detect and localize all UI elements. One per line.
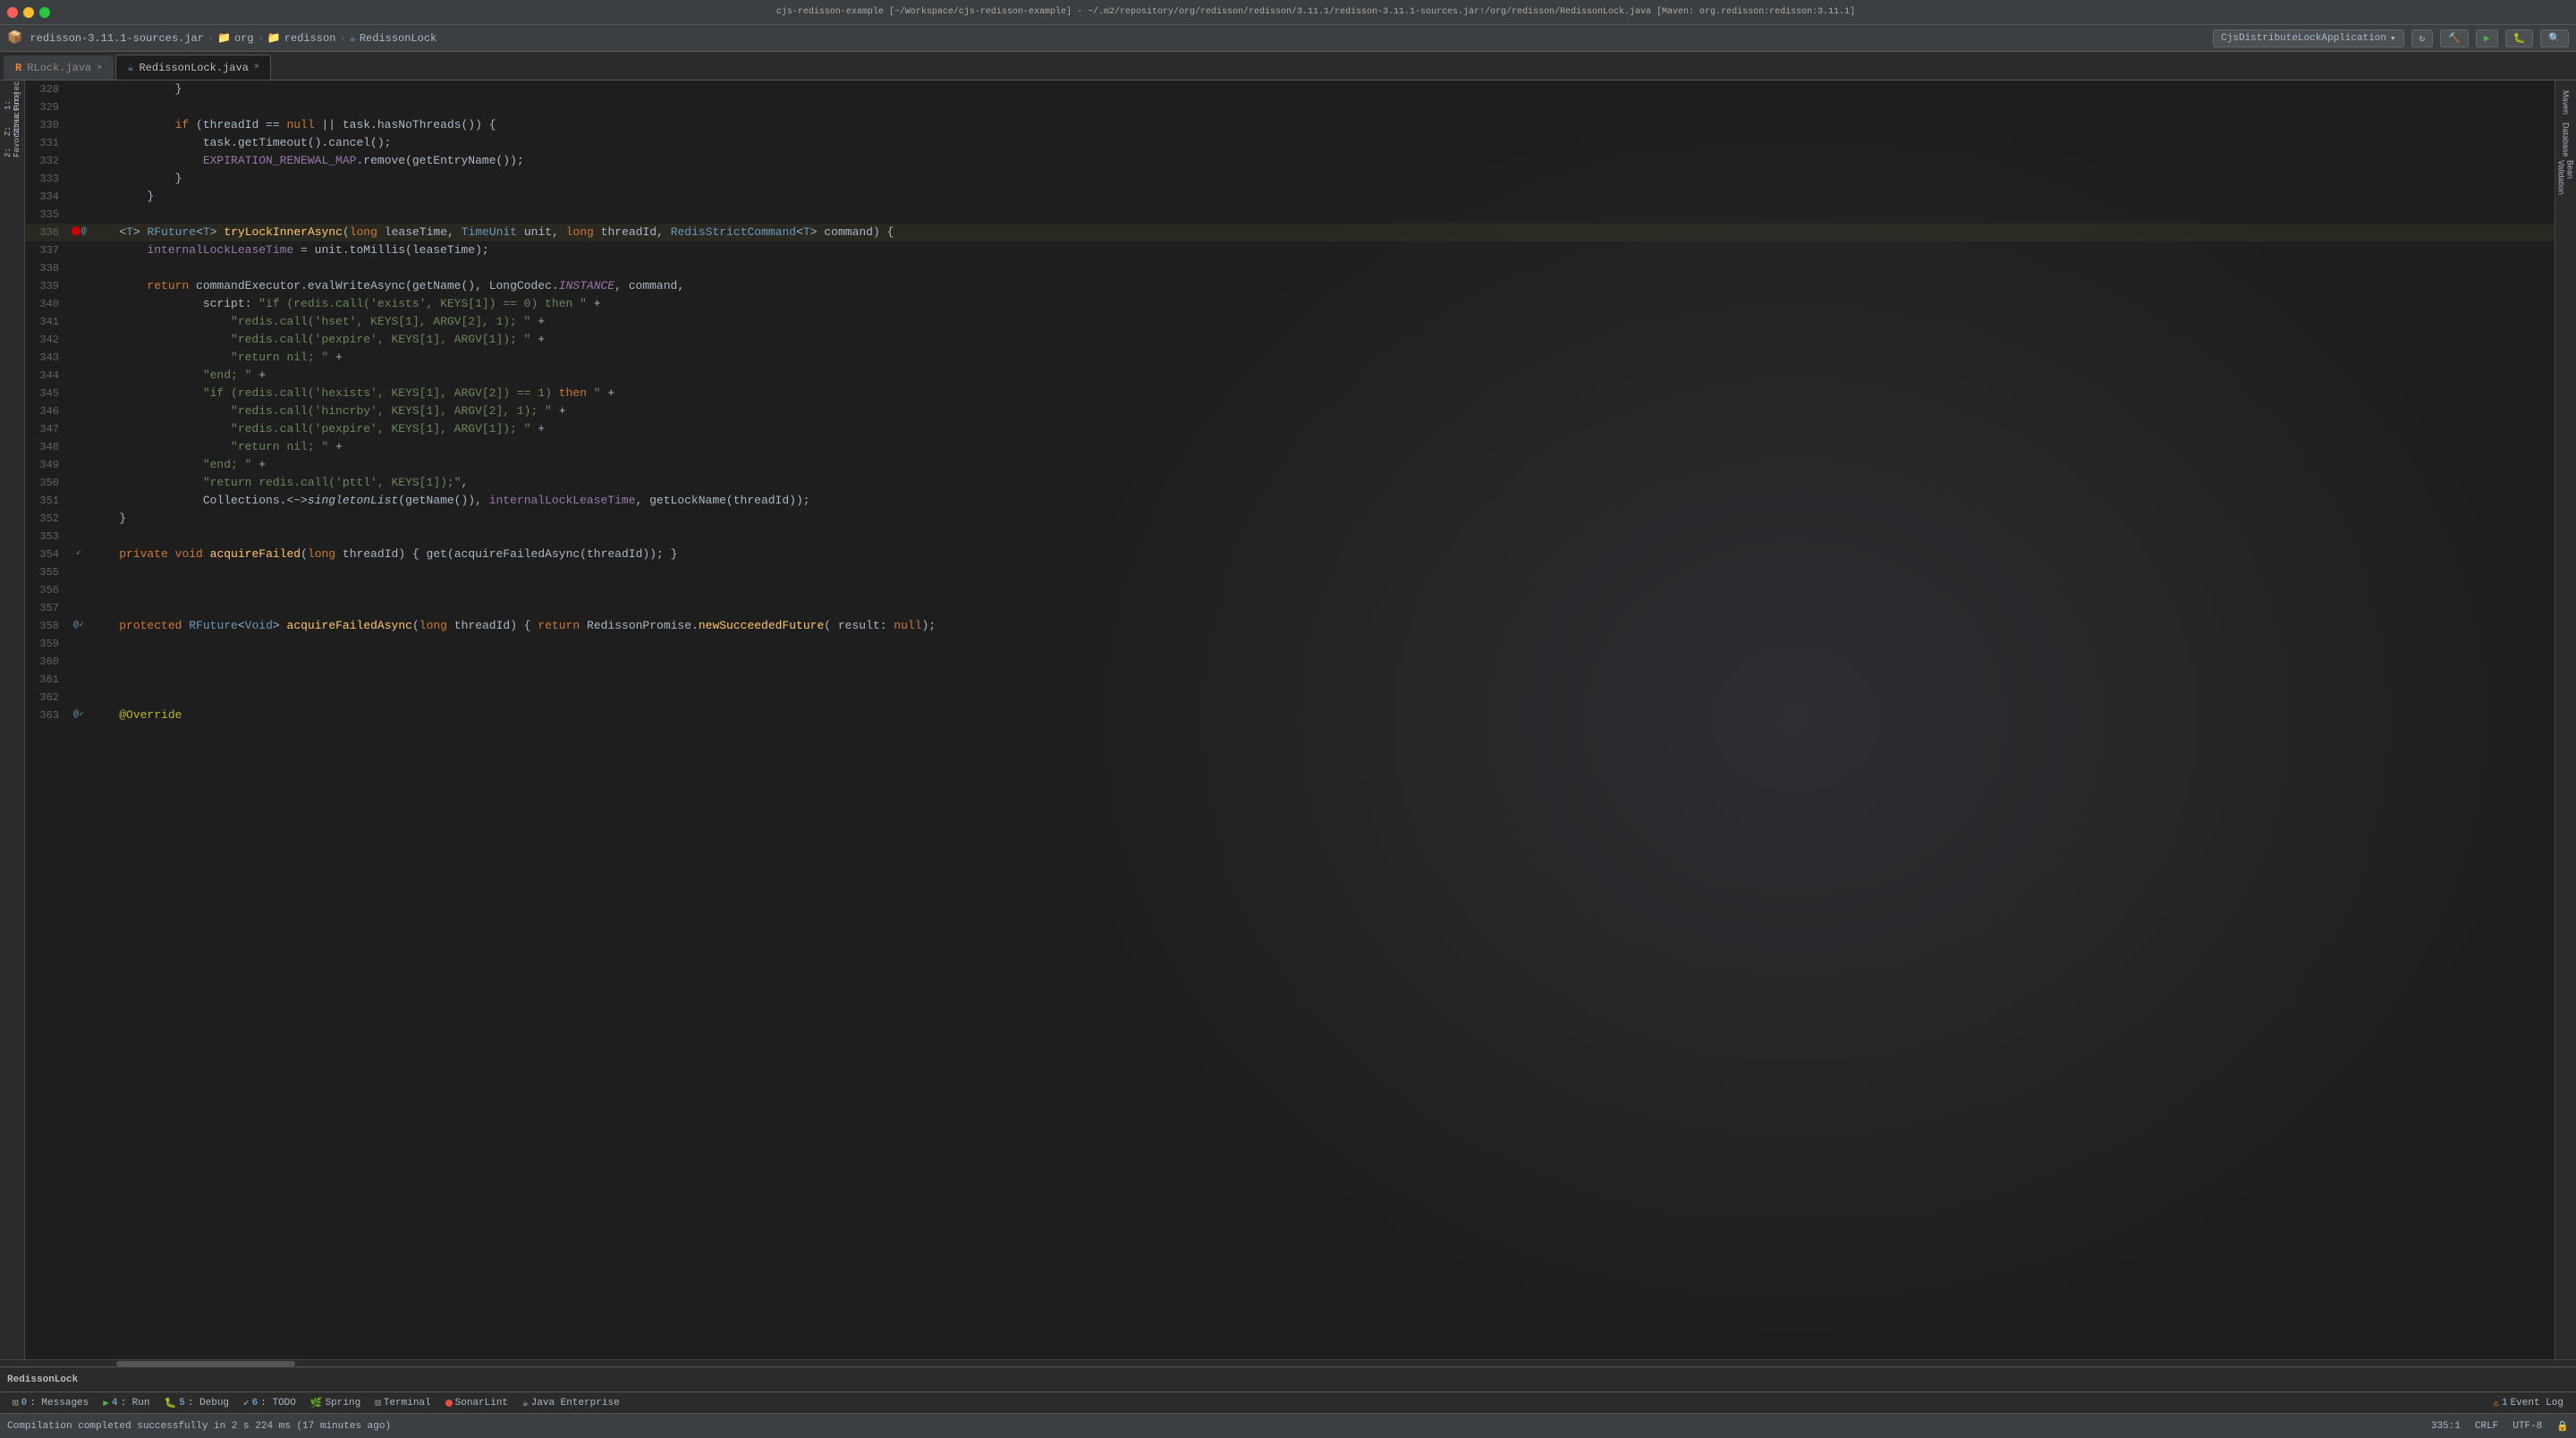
window-title: cjs-redisson-example [~/Workspace/cjs-re…: [63, 7, 2569, 17]
tabs-bar: R RLock.java × ☕ RedissonLock.java ×: [0, 52, 2576, 80]
code-line-337: 337 internalLockLeaseTime = unit.toMilli…: [25, 241, 2555, 259]
code-line-338: 338: [25, 259, 2555, 277]
tab-icon-rl: ☕: [127, 61, 133, 74]
run-button[interactable]: ▶: [2476, 30, 2498, 47]
run-panel-toggle[interactable]: ▶ 4 : Run: [97, 1395, 155, 1411]
breadcrumb-jar[interactable]: redisson-3.11.1-sources.jar: [30, 32, 203, 45]
tab-icon-r: R: [15, 62, 21, 74]
cursor-position: 335:1: [2431, 1421, 2461, 1432]
nav-bar: 📦 redisson-3.11.1-sources.jar › 📁 org › …: [0, 25, 2576, 52]
code-line-357: 357: [25, 599, 2555, 617]
close-button[interactable]: [7, 7, 18, 18]
code-line-333: 333 }: [25, 170, 2555, 188]
tab-close-rlock[interactable]: ×: [97, 63, 102, 73]
code-line-335: 335: [25, 206, 2555, 224]
code-line-341: 341 "redis.call('hset', KEYS[1], ARGV[2]…: [25, 313, 2555, 331]
spring-panel-toggle[interactable]: 🌿 Spring: [305, 1395, 366, 1411]
bottom-toolbar: ⊡ 0 : Messages ▶ 4 : Run 🐛 5 : Debug ✓ 6…: [0, 1391, 2576, 1413]
code-line-334: 334 }: [25, 188, 2555, 206]
left-sidebar: 1: Project Z: Structure 2: Favorites: [0, 80, 25, 1359]
maven-panel-toggle[interactable]: Maven: [2557, 93, 2575, 111]
code-line-353: 353: [25, 528, 2555, 546]
minimize-button[interactable]: [23, 7, 34, 18]
code-line-352: 352 }: [25, 510, 2555, 528]
code-line-351: 351 Collections.<~>singletonList(getName…: [25, 492, 2555, 510]
maximize-button[interactable]: [39, 7, 50, 18]
check-icon-354: ✓: [76, 546, 81, 563]
code-line-362: 362: [25, 689, 2555, 706]
refresh-button[interactable]: ↻: [2411, 30, 2434, 47]
open-filename: RedissonLock: [7, 1375, 78, 1385]
bottom-breadcrumb: RedissonLock: [0, 1366, 2576, 1391]
tab-label-rlock: RLock.java: [27, 62, 91, 74]
code-line-354: 354 ✓ private void acquireFailed(long th…: [25, 546, 2555, 563]
title-bar: cjs-redisson-example [~/Workspace/cjs-re…: [0, 0, 2576, 25]
breadcrumb-redisson[interactable]: redisson: [284, 32, 336, 45]
status-bar: Compilation completed successfully in 2 …: [0, 1413, 2576, 1438]
code-line-358: 358 @ ✓ protected RFuture<Void> acquireF…: [25, 617, 2555, 635]
code-line-336: 336 ⬤ @ <T> RFuture<T> tryLockInnerAsync…: [25, 224, 2555, 241]
code-line-328: 328 }: [25, 80, 2555, 98]
line-ending: CRLF: [2475, 1421, 2498, 1432]
compilation-text: Compilation completed successfully in 2 …: [7, 1421, 391, 1432]
breadcrumb-class[interactable]: RedissonLock: [360, 32, 436, 45]
code-line-342: 342 "redis.call('pexpire', KEYS[1], ARGV…: [25, 331, 2555, 349]
tab-close-redissonlock[interactable]: ×: [254, 63, 259, 72]
tab-rlock[interactable]: R RLock.java ×: [4, 55, 114, 80]
code-line-347: 347 "redis.call('pexpire', KEYS[1], ARGV…: [25, 420, 2555, 438]
compilation-status: Compilation completed successfully in 2 …: [7, 1421, 391, 1432]
code-line-344: 344 "end; " +: [25, 367, 2555, 385]
breadcrumb: 📦 redisson-3.11.1-sources.jar › 📁 org › …: [7, 30, 436, 46]
run-config-selector[interactable]: CjsDistributeLockApplication ▾: [2213, 30, 2403, 47]
right-sidebar: Maven Database Bean Validation: [2555, 80, 2576, 1359]
code-line-332: 332 EXPIRATION_RENEWAL_MAP.remove(getEnt…: [25, 152, 2555, 170]
nav-right: CjsDistributeLockApplication ▾ ↻ 🔨 ▶ 🐛 🔍: [2213, 30, 2569, 47]
debug-panel-toggle[interactable]: 🐛 5 : Debug: [159, 1395, 235, 1411]
code-line-361: 361: [25, 671, 2555, 689]
sonar-indicator: [445, 1400, 453, 1407]
sonarqube-panel-toggle[interactable]: SonarLint: [440, 1396, 513, 1410]
code-line-360: 360: [25, 653, 2555, 671]
build-button[interactable]: 🔨: [2440, 30, 2469, 47]
code-editor[interactable]: 328 } 329 330 if (threadId == null || ta…: [25, 80, 2555, 1359]
todo-panel-toggle[interactable]: ✓ 6 : TODO: [238, 1395, 301, 1411]
code-line-345: 345 "if (redis.call('hexists', KEYS[1], …: [25, 385, 2555, 402]
bean-validation-panel-toggle[interactable]: Bean Validation: [2557, 168, 2575, 186]
code-line-350: 350 "return redis.call('pttl', KEYS[1]);…: [25, 474, 2555, 492]
check-icon-363: ✓: [79, 706, 84, 724]
code-line-330: 330 if (threadId == null || task.hasNoTh…: [25, 116, 2555, 134]
code-line-356: 356: [25, 581, 2555, 599]
tab-redissonlock[interactable]: ☕ RedissonLock.java ×: [115, 55, 271, 80]
terminal-panel-toggle[interactable]: ⊡ Terminal: [369, 1395, 436, 1411]
code-line-355: 355: [25, 563, 2555, 581]
messages-panel-toggle[interactable]: ⊡ 0 : Messages: [7, 1395, 94, 1411]
tab-label-redissonlock: RedissonLock.java: [139, 62, 248, 74]
breakpoint-icon[interactable]: ⬤: [71, 224, 80, 241]
code-line-348: 348 "return nil; " +: [25, 438, 2555, 456]
java-enterprise-panel-toggle[interactable]: ☕ Java Enterprise: [517, 1395, 625, 1411]
main-area: 1: Project Z: Structure 2: Favorites 328…: [0, 80, 2576, 1359]
database-panel-toggle[interactable]: Database: [2557, 131, 2575, 148]
code-line-349: 349 "end; " +: [25, 456, 2555, 474]
debug-button[interactable]: 🐛: [2505, 30, 2534, 47]
traffic-lights: [7, 7, 50, 18]
code-line-363: 363 @ ✓ @Override: [25, 706, 2555, 724]
search-button[interactable]: 🔍: [2540, 30, 2569, 47]
code-line-331: 331 task.getTimeout().cancel();: [25, 134, 2555, 152]
check-icon-358: ✓: [79, 617, 84, 635]
file-encoding: UTF-8: [2512, 1421, 2542, 1432]
code-line-359: 359: [25, 635, 2555, 653]
event-log-toggle[interactable]: ⚠ 1 Event Log: [2487, 1395, 2569, 1411]
bookmark-icon[interactable]: @: [81, 224, 87, 241]
breadcrumb-org[interactable]: org: [234, 32, 254, 45]
code-line-340: 340 script: "if (redis.call('exists', KE…: [25, 295, 2555, 313]
code-line-343: 343 "return nil; " +: [25, 349, 2555, 367]
favorites-panel-toggle[interactable]: 2: Favorites: [4, 127, 21, 145]
code-line-329: 329: [25, 98, 2555, 116]
code-line-339: 339 return commandExecutor.evalWriteAsyn…: [25, 277, 2555, 295]
file-lock-icon: 🔒: [2556, 1420, 2569, 1433]
code-line-346: 346 "redis.call('hincrby', KEYS[1], ARGV…: [25, 402, 2555, 420]
